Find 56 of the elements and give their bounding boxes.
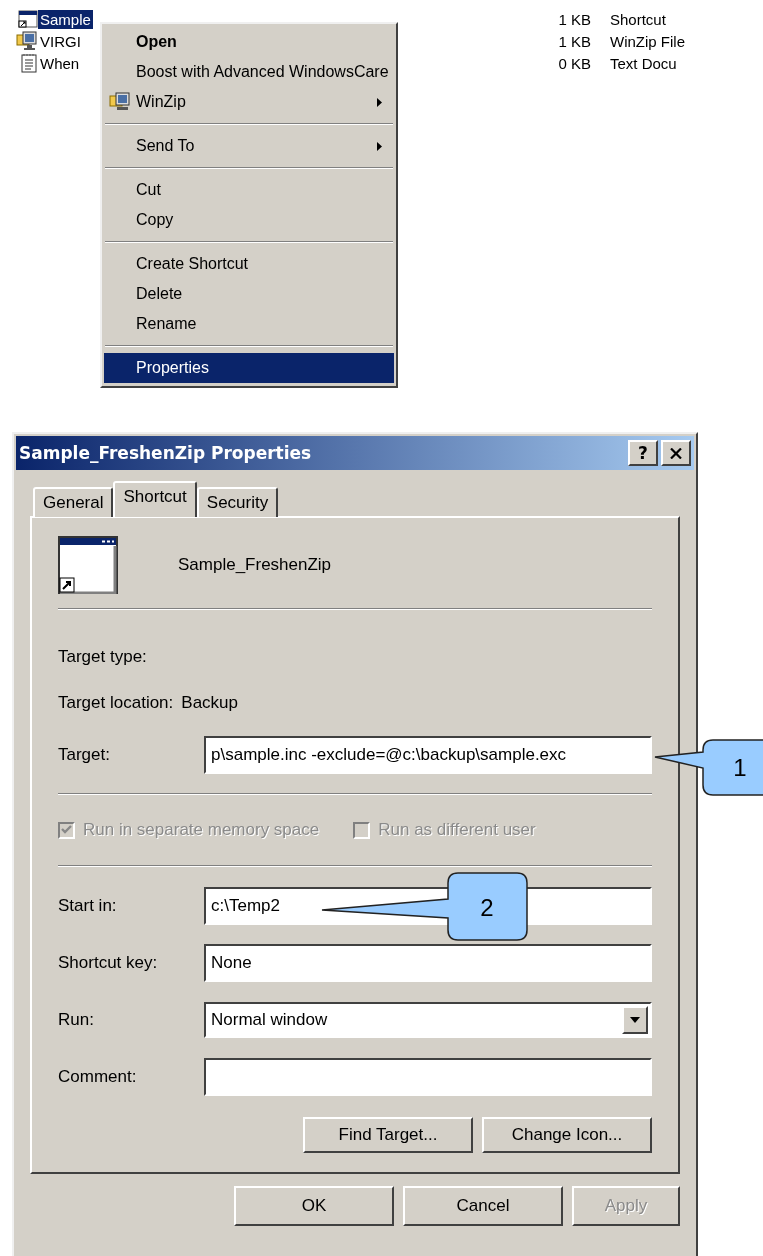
file-size: 0 KB — [557, 54, 591, 72]
checkmark-icon — [61, 825, 72, 835]
input-field[interactable]: None — [204, 943, 652, 982]
dropdown-arrow-icon — [630, 1016, 640, 1023]
tab[interactable]: Shortcut — [113, 481, 197, 517]
file-name[interactable]: When — [38, 53, 82, 73]
tab[interactable]: Security — [196, 487, 279, 517]
file-type: WinZip File — [610, 32, 686, 50]
field-label: Comment: — [58, 1066, 138, 1087]
menu-item[interactable]: Boost with Advanced WindowsCare — [104, 57, 394, 87]
field-label: Shortcut key: — [58, 952, 159, 973]
menu-item[interactable]: Open — [104, 27, 394, 57]
window-shortcut-icon — [58, 536, 118, 594]
help-button[interactable]: ? — [628, 440, 658, 466]
dropdown[interactable]: Normal window — [204, 1001, 652, 1038]
target-field[interactable]: p\sample.inc -exclude=@c:\backup\sample.exc — [204, 735, 652, 774]
submenu-arrow-icon — [377, 142, 382, 151]
dialog-button[interactable]: OK — [234, 1186, 394, 1226]
menu-item[interactable]: Properties — [104, 353, 394, 383]
close-icon — [670, 447, 682, 459]
file-name[interactable]: Sample — [38, 9, 93, 29]
submenu-arrow-icon — [377, 98, 382, 107]
menu-item[interactable]: Copy — [104, 205, 394, 235]
menu-item[interactable]: Send To — [104, 131, 394, 161]
checkbox-label: Run in separate memory space — [83, 820, 320, 840]
menu-item[interactable]: Delete — [104, 279, 394, 309]
computer-folder-icon — [109, 92, 131, 112]
computer-folder-icon — [16, 31, 38, 51]
file-type: Shortcut — [610, 10, 667, 28]
menu-item[interactable]: Create Shortcut — [104, 249, 394, 279]
file-size: 1 KB — [557, 32, 591, 50]
field-label: Start in: — [58, 895, 118, 916]
target-type-label: Target type: — [58, 647, 147, 667]
menu-item[interactable]: Cut — [104, 175, 394, 205]
dialog-button[interactable]: Cancel — [403, 1186, 563, 1226]
target-label: Target: — [58, 744, 111, 765]
shortcut-name: Sample_FreshenZip — [178, 555, 332, 575]
menu-item[interactable]: WinZip — [104, 87, 394, 117]
shortcut-icon — [18, 10, 38, 28]
input-field[interactable] — [204, 1057, 652, 1096]
field-label: Run: — [58, 1009, 95, 1030]
checkbox-label: Run as different user — [378, 820, 536, 840]
file-type: Text Docu — [610, 54, 678, 72]
close-button[interactable] — [661, 440, 691, 466]
notepad-icon — [20, 53, 38, 73]
callout-number: 1 — [733, 754, 747, 781]
menu-item[interactable]: Rename — [104, 309, 394, 339]
window-title: Sample_FreshenZip Properties — [19, 443, 313, 463]
target-location-label: Target location: — [58, 693, 174, 713]
file-size: 1 KB — [557, 10, 591, 28]
action-button[interactable]: Change Icon... — [482, 1117, 652, 1153]
file-name[interactable]: VIRGI — [38, 31, 83, 51]
action-button[interactable]: Find Target... — [303, 1117, 473, 1153]
target-location-value: Backup — [181, 693, 238, 713]
callout-number: 2 — [480, 894, 494, 921]
tab[interactable]: General — [33, 487, 114, 517]
